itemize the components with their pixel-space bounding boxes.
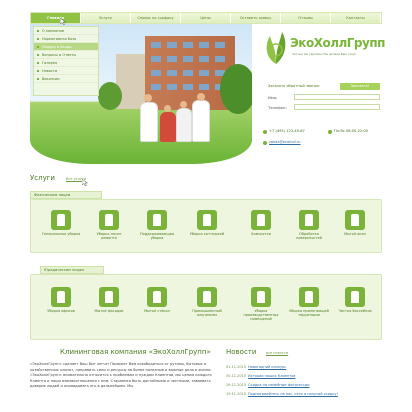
nav-prices[interactable]: Цены	[181, 13, 231, 23]
nav-order[interactable]: Оставить заявку	[231, 13, 281, 23]
news-title: Новости	[226, 348, 257, 356]
service-maintenance[interactable]: Поддерживающая уборка	[137, 210, 177, 240]
about-title: Клининговая компания «ЭкоХоллГрупп»	[60, 348, 211, 356]
about-text: «ЭкоХоллГрупп» сделает Ваш быт легче! По…	[30, 362, 212, 389]
name-label: Имя:	[268, 95, 278, 100]
menu-item-gallery[interactable]: Галерея	[34, 59, 98, 67]
mail-icon	[263, 141, 267, 145]
news-item[interactable]: 19.11.2015 Подписывайтесь на нас, сети и …	[226, 391, 382, 397]
physical-services-panel: Генеральные уборка Уборка после ремонта …	[30, 199, 382, 253]
cleaner-icon	[51, 210, 71, 230]
repair-icon	[99, 210, 119, 230]
mouse-cursor-icon	[60, 18, 66, 25]
leaf-logo-icon	[266, 32, 286, 64]
contact-email[interactable]: zakaz@ecoholl.ru	[269, 140, 301, 144]
nav-home[interactable]: Главная	[31, 13, 81, 23]
office-icon	[51, 287, 71, 307]
window-icon	[345, 210, 365, 230]
tractor-icon	[299, 287, 319, 307]
top-nav: Главная Услуги Сервис по графику Цены Ос…	[30, 12, 382, 24]
service-offices[interactable]: Уборка офисов	[41, 287, 81, 313]
nav-services[interactable]: Услуги	[81, 13, 131, 23]
name-input[interactable]	[294, 94, 380, 100]
service-dry-cleaning[interactable]: Химчистка	[241, 210, 281, 236]
menu-item-vacancies[interactable]: Вакансии	[34, 75, 98, 83]
service-industrial[interactable]: Уборка производственных помещений	[241, 287, 281, 321]
clock-icon	[328, 130, 332, 134]
service-surface[interactable]: Обработка поверхностей	[289, 210, 329, 240]
legal-services-panel: Уборка офисов Мытьё фасадов Мытьё стёкол…	[30, 274, 382, 340]
nav-contacts[interactable]: Контакты	[331, 13, 381, 23]
tab-physical[interactable]: Физическим лицам	[30, 191, 102, 199]
logo-name[interactable]: ЭкоХоллГрупп	[290, 36, 385, 50]
service-cottage[interactable]: Уборка коттеджей	[187, 210, 227, 236]
service-after-repair[interactable]: Уборка после ремонта	[89, 210, 129, 240]
family-photo	[126, 93, 226, 154]
factory-icon	[251, 287, 271, 307]
house-icon	[197, 210, 217, 230]
climber-icon	[197, 287, 217, 307]
mouse-cursor-icon	[82, 179, 88, 186]
services-title: Услуги	[30, 174, 55, 182]
service-pools[interactable]: Чистка бассейнов	[335, 287, 375, 313]
phone-icon	[263, 130, 267, 134]
menu-item-regulations[interactable]: Нормативная база	[34, 35, 98, 43]
pool-icon	[345, 287, 365, 307]
nav-schedule[interactable]: Сервис по графику	[131, 13, 181, 23]
callback-form: Заказать обратный звонок: Заказать! Имя:…	[264, 82, 382, 116]
news-item[interactable]: 30.11.2015 Истории наших Клиентов	[226, 373, 382, 379]
menu-item-news[interactable]: Новости	[34, 67, 98, 75]
nav-reviews[interactable]: Отзывы	[281, 13, 331, 23]
glass-icon	[147, 287, 167, 307]
service-general-cleaning[interactable]: Генеральные уборка	[41, 210, 81, 236]
dropdown-menu: О компании Нормативная база Скидки и Акц…	[33, 26, 99, 96]
phone-label: Телефон:	[268, 105, 287, 110]
contact-hours: Пн-Вс 08:00-22:00	[334, 129, 368, 133]
service-facades[interactable]: Мытьё фасадов	[89, 287, 129, 313]
all-news-link[interactable]: все новости	[266, 351, 288, 355]
facade-icon	[99, 287, 119, 307]
phone-input[interactable]	[294, 104, 380, 110]
service-territory[interactable]: Уборка прилегающей территории	[289, 287, 329, 317]
service-windows[interactable]: Мытьё окон	[335, 210, 375, 236]
contact-phone[interactable]: +7 (495) 123-45-67	[269, 129, 305, 133]
callback-button[interactable]: Заказать!	[340, 83, 380, 90]
menu-item-about[interactable]: О компании	[34, 27, 98, 35]
spray-icon	[299, 210, 319, 230]
sofa-icon	[251, 210, 271, 230]
service-alpinism[interactable]: Промышленный альпинизм	[187, 287, 227, 317]
page: Главная Услуги Сервис по графику Цены Ос…	[0, 0, 412, 412]
news-item[interactable]: 29.11.2015 Скидка на семейные фотосессии	[226, 382, 382, 388]
callback-title: Заказать обратный звонок:	[268, 84, 321, 88]
menu-item-faq[interactable]: Вопросы и Ответы	[34, 51, 98, 59]
logo-tagline: Чистые мы сделаем! Мы делаем Ваш уход!	[292, 52, 357, 56]
news-item[interactable]: 01.11.2015 Новогодний конкурс	[226, 364, 382, 370]
service-glass[interactable]: Мытьё стёкол	[137, 287, 177, 313]
broom-icon	[147, 210, 167, 230]
menu-item-discounts[interactable]: Скидки и Акции	[34, 43, 98, 51]
tab-legal[interactable]: Юридическим лицам	[40, 266, 104, 274]
